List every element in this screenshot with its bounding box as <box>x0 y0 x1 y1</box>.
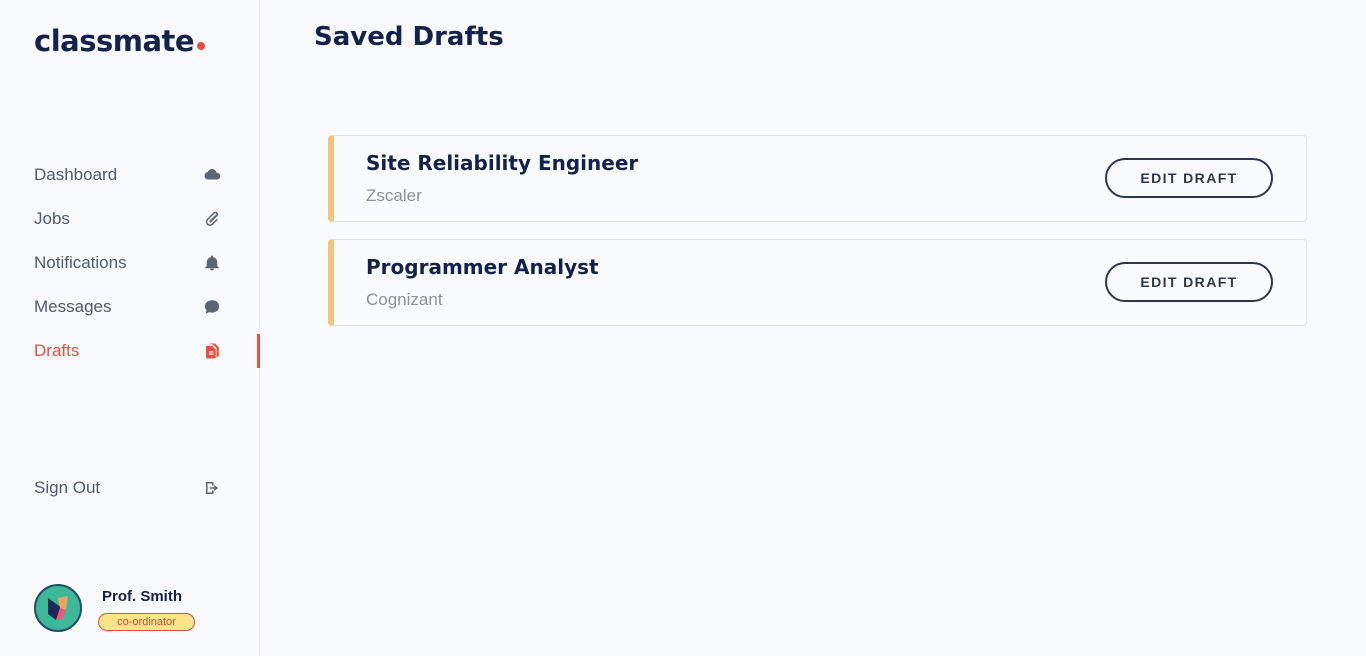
cloud-icon <box>202 165 222 185</box>
role-badge: co-ordinator <box>98 613 195 631</box>
bell-icon <box>202 253 222 273</box>
sidebar-item-dashboard[interactable]: Dashboard <box>34 158 260 192</box>
sidebar-item-label: Drafts <box>34 341 80 360</box>
chat-icon <box>202 297 222 317</box>
paperclip-icon <box>202 209 222 229</box>
draft-company: Zscaler <box>366 186 422 205</box>
brand-logo[interactable]: classmate <box>34 24 206 58</box>
sidebar-item-messages[interactable]: Messages <box>34 290 260 324</box>
draft-title: Programmer Analyst <box>366 255 599 279</box>
sign-out-button[interactable]: Sign Out <box>34 471 260 505</box>
sidebar-item-label: Messages <box>34 297 112 316</box>
sidebar: classmate Dashboard Jobs Notifications M… <box>0 0 260 656</box>
sidebar-item-jobs[interactable]: Jobs <box>34 202 260 236</box>
edit-draft-button[interactable]: EDIT DRAFT <box>1105 158 1273 198</box>
draft-card: Programmer Analyst Cognizant EDIT DRAFT <box>328 239 1307 326</box>
sidebar-item-label: Jobs <box>34 209 70 228</box>
avatar[interactable] <box>34 584 82 632</box>
page-title: Saved Drafts <box>314 22 504 52</box>
sidebar-item-label: Dashboard <box>34 165 118 184</box>
draft-title: Site Reliability Engineer <box>366 151 639 175</box>
brand-name: classmate <box>34 24 195 58</box>
edit-draft-button[interactable]: EDIT DRAFT <box>1105 262 1273 302</box>
profile-name: Prof. Smith <box>102 588 183 605</box>
documents-icon <box>202 341 222 361</box>
sidebar-item-notifications[interactable]: Notifications <box>34 246 260 280</box>
draft-card: Site Reliability Engineer Zscaler EDIT D… <box>328 135 1307 222</box>
sign-out-label: Sign Out <box>34 478 101 497</box>
sidebar-item-drafts[interactable]: Drafts <box>34 334 260 368</box>
sign-out-icon <box>202 478 222 498</box>
sidebar-item-label: Notifications <box>34 253 127 272</box>
brand-dot <box>197 42 206 50</box>
draft-company: Cognizant <box>366 290 443 309</box>
